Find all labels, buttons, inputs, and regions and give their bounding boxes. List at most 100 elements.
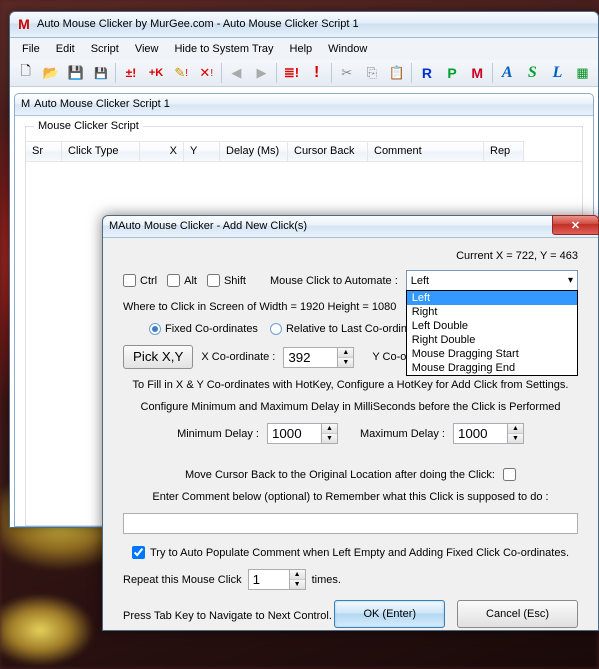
spin-up-icon[interactable]: ▲ bbox=[508, 424, 523, 434]
min-delay-spinner[interactable]: ▲▼ bbox=[322, 423, 338, 444]
delay-hint-label: Configure Minimum and Maximum Delay in M… bbox=[123, 401, 578, 413]
tb-letter-p-icon[interactable]: P bbox=[441, 62, 464, 84]
close-button[interactable]: ✕ bbox=[552, 215, 599, 235]
col-click-type[interactable]: Click Type bbox=[62, 141, 140, 161]
tb-letter-r-icon[interactable]: R bbox=[415, 62, 438, 84]
tb-sep bbox=[115, 63, 116, 83]
click-type-option-right[interactable]: Right bbox=[407, 305, 577, 319]
tb-run-icon[interactable]: ≣! bbox=[280, 62, 303, 84]
ctrl-checkbox[interactable]: Ctrl bbox=[123, 274, 157, 287]
max-delay-input[interactable] bbox=[453, 423, 508, 444]
repeat-spinner[interactable]: ▲▼ bbox=[290, 569, 306, 590]
dialog-title-text: Auto Mouse Clicker - Add New Click(s) bbox=[118, 220, 307, 232]
script-table-header: Sr Click Type X Y Delay (Ms) Cursor Back… bbox=[26, 141, 582, 162]
menu-help[interactable]: Help bbox=[282, 41, 321, 57]
spin-up-icon[interactable]: ▲ bbox=[290, 570, 305, 580]
tb-paste-icon[interactable]: 📋 bbox=[385, 62, 408, 84]
app-icon: M bbox=[16, 16, 32, 32]
radio-dot-icon bbox=[270, 323, 282, 335]
menu-edit[interactable]: Edit bbox=[48, 41, 83, 57]
click-type-dropdown-wrap: Left Left Right Left Double Right Double… bbox=[406, 270, 578, 291]
fixed-coords-label: Fixed Co-ordinates bbox=[165, 323, 258, 335]
click-type-dropdown[interactable]: Left bbox=[406, 270, 578, 291]
tb-sep bbox=[492, 63, 493, 83]
max-delay-spinner[interactable]: ▲▼ bbox=[508, 423, 524, 444]
comment-input[interactable] bbox=[123, 513, 578, 534]
tb-prev-icon[interactable]: ◀ bbox=[225, 62, 248, 84]
col-delay[interactable]: Delay (Ms) bbox=[220, 141, 288, 161]
repeat-input[interactable] bbox=[248, 569, 290, 590]
click-type-option-right-double[interactable]: Right Double bbox=[407, 333, 577, 347]
ok-button[interactable]: OK (Enter) bbox=[334, 600, 445, 628]
add-click-dialog: M Auto Mouse Clicker - Add New Click(s) … bbox=[102, 215, 599, 631]
spin-down-icon[interactable]: ▼ bbox=[290, 580, 305, 589]
col-sr[interactable]: Sr bbox=[26, 141, 62, 161]
spin-up-icon[interactable]: ▲ bbox=[322, 424, 337, 434]
spin-up-icon[interactable]: ▲ bbox=[338, 348, 353, 358]
tb-next-icon[interactable]: ▶ bbox=[250, 62, 273, 84]
tb-stop-icon[interactable]: ! bbox=[305, 62, 328, 84]
click-type-value: Left bbox=[411, 275, 429, 287]
col-comment[interactable]: Comment bbox=[368, 141, 484, 161]
menu-script[interactable]: Script bbox=[83, 41, 127, 57]
auto-populate-checkbox[interactable] bbox=[132, 546, 145, 559]
menu-view[interactable]: View bbox=[127, 41, 167, 57]
relative-coords-radio[interactable]: Relative to Last Co-ordinates bbox=[270, 323, 428, 335]
click-type-option-drag-end[interactable]: Mouse Dragging End bbox=[407, 361, 577, 375]
cancel-button[interactable]: Cancel (Esc) bbox=[457, 600, 578, 628]
click-type-option-drag-start[interactable]: Mouse Dragging Start bbox=[407, 347, 577, 361]
xcoord-spinner[interactable]: ▲▼ bbox=[338, 347, 354, 368]
tb-copy-icon[interactable]: ⎘ bbox=[360, 62, 383, 84]
click-type-option-left[interactable]: Left bbox=[407, 291, 577, 305]
tb-add-icon[interactable]: ±! bbox=[119, 62, 142, 84]
min-delay-label: Minimum Delay : bbox=[177, 428, 259, 440]
ctrl-check-input[interactable] bbox=[123, 274, 136, 287]
spin-down-icon[interactable]: ▼ bbox=[322, 434, 337, 443]
click-type-option-left-double[interactable]: Left Double bbox=[407, 319, 577, 333]
col-repeat[interactable]: Rep bbox=[484, 141, 524, 161]
shift-checkbox[interactable]: Shift bbox=[207, 274, 246, 287]
alt-checkbox[interactable]: Alt bbox=[167, 274, 197, 287]
doc-titlebar[interactable]: M Auto Mouse Clicker Script 1 bbox=[15, 94, 593, 116]
tb-save-icon[interactable]: 💾 bbox=[64, 62, 87, 84]
xcoord-input[interactable] bbox=[283, 347, 338, 368]
alt-check-input[interactable] bbox=[167, 274, 180, 287]
tb-letter-m-icon[interactable]: M bbox=[466, 62, 489, 84]
tb-open-icon[interactable]: 📂 bbox=[39, 62, 62, 84]
fixed-coords-radio[interactable]: Fixed Co-ordinates bbox=[149, 323, 258, 335]
shift-check-input[interactable] bbox=[207, 274, 220, 287]
spin-down-icon[interactable]: ▼ bbox=[508, 434, 523, 443]
cursor-back-checkbox[interactable] bbox=[503, 468, 516, 481]
pick-xy-button[interactable]: Pick X,Y bbox=[123, 345, 193, 369]
spin-down-icon[interactable]: ▼ bbox=[338, 358, 353, 367]
menu-file[interactable]: File bbox=[14, 41, 48, 57]
col-y[interactable]: Y bbox=[184, 141, 220, 161]
tb-sep bbox=[276, 63, 277, 83]
min-delay-input[interactable] bbox=[267, 423, 322, 444]
tb-sep bbox=[331, 63, 332, 83]
tb-delete-icon[interactable]: ✕! bbox=[195, 62, 218, 84]
tb-cut-icon[interactable]: ✂ bbox=[335, 62, 358, 84]
tb-add-key-icon[interactable]: +K bbox=[145, 62, 168, 84]
tb-letter-l-icon[interactable]: L bbox=[546, 62, 569, 84]
click-type-option-list: Left Right Left Double Right Double Mous… bbox=[406, 290, 578, 376]
col-cursor-back[interactable]: Cursor Back bbox=[288, 141, 368, 161]
tb-more-icon[interactable]: ▦ bbox=[571, 62, 594, 84]
tb-letter-s-icon[interactable]: S bbox=[521, 62, 544, 84]
tb-letter-a-icon[interactable]: A bbox=[496, 62, 519, 84]
dialog-titlebar[interactable]: M Auto Mouse Clicker - Add New Click(s) … bbox=[103, 216, 598, 238]
main-titlebar[interactable]: M Auto Mouse Clicker by MurGee.com - Aut… bbox=[10, 12, 598, 38]
app-icon: M bbox=[21, 98, 30, 110]
menubar: File Edit Script View Hide to System Tra… bbox=[10, 38, 598, 60]
ctrl-label: Ctrl bbox=[140, 275, 157, 287]
tb-saveall-icon[interactable]: 💾 bbox=[89, 62, 112, 84]
close-icon: ✕ bbox=[571, 219, 580, 232]
xcoord-label: X Co-ordinate : bbox=[201, 351, 275, 363]
menu-window[interactable]: Window bbox=[320, 41, 375, 57]
menu-hide-to-tray[interactable]: Hide to System Tray bbox=[166, 41, 281, 57]
radio-dot-icon bbox=[149, 323, 161, 335]
col-x[interactable]: X bbox=[140, 141, 184, 161]
tb-edit-icon[interactable]: ✎! bbox=[170, 62, 193, 84]
tb-new-icon[interactable]: 🗋 bbox=[14, 62, 37, 84]
repeat-times-label: times. bbox=[312, 574, 341, 586]
